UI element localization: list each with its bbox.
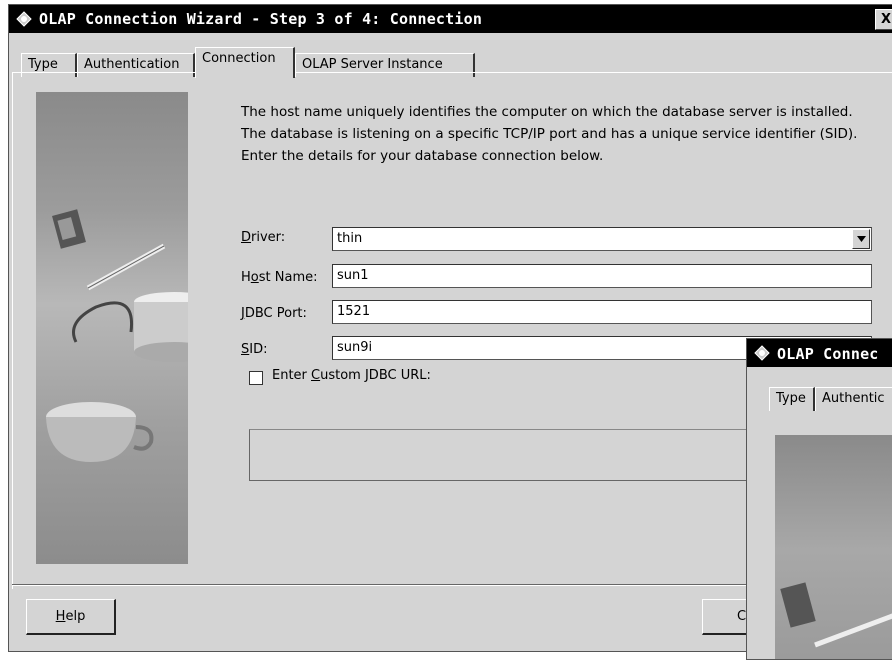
driver-dropdown-button[interactable]	[852, 229, 870, 249]
connection-description: The host name uniquely identifies the co…	[241, 104, 858, 164]
wizard-illustration-overlap	[775, 435, 892, 659]
custom-jdbc-url-checkbox[interactable]	[249, 371, 263, 385]
jdbc-port-input[interactable]: 1521	[332, 300, 872, 324]
window-title: OLAP Connection Wizard - Step 3 of 4: Co…	[39, 10, 483, 28]
wizard-window-overlap: OLAP Connec Type Authentic	[746, 338, 892, 660]
wizard-app-icon	[754, 345, 770, 361]
tab-connection[interactable]: Connection	[195, 47, 295, 78]
custom-jdbc-url-label: Enter Custom JDBC URL:	[272, 368, 431, 383]
driver-label: Driver:	[241, 230, 286, 245]
title-bar-overlap[interactable]: OLAP Connec	[747, 339, 892, 367]
database-illustration-icon	[780, 582, 892, 648]
tab-authentication-overlap[interactable]: Authentic	[815, 387, 892, 411]
host-name-label: Host Name:	[241, 270, 318, 285]
driver-value: thin	[337, 231, 363, 246]
window-title-overlap: OLAP Connec	[777, 345, 879, 363]
wizard-illustration	[36, 92, 214, 564]
tab-type-overlap[interactable]: Type	[769, 387, 815, 411]
host-name-input[interactable]: sun1	[332, 264, 872, 288]
sid-label: SID:	[241, 342, 268, 357]
help-button[interactable]: Help	[26, 599, 116, 635]
chevron-down-icon	[856, 236, 866, 242]
title-bar[interactable]: OLAP Connection Wizard - Step 3 of 4: Co…	[9, 5, 892, 33]
driver-select[interactable]: thin	[332, 227, 872, 251]
jdbc-port-label: JDBC Port:	[241, 306, 307, 321]
database-illustration-icon	[46, 209, 214, 462]
close-button[interactable]: X	[875, 9, 892, 30]
wizard-app-icon	[16, 11, 32, 27]
